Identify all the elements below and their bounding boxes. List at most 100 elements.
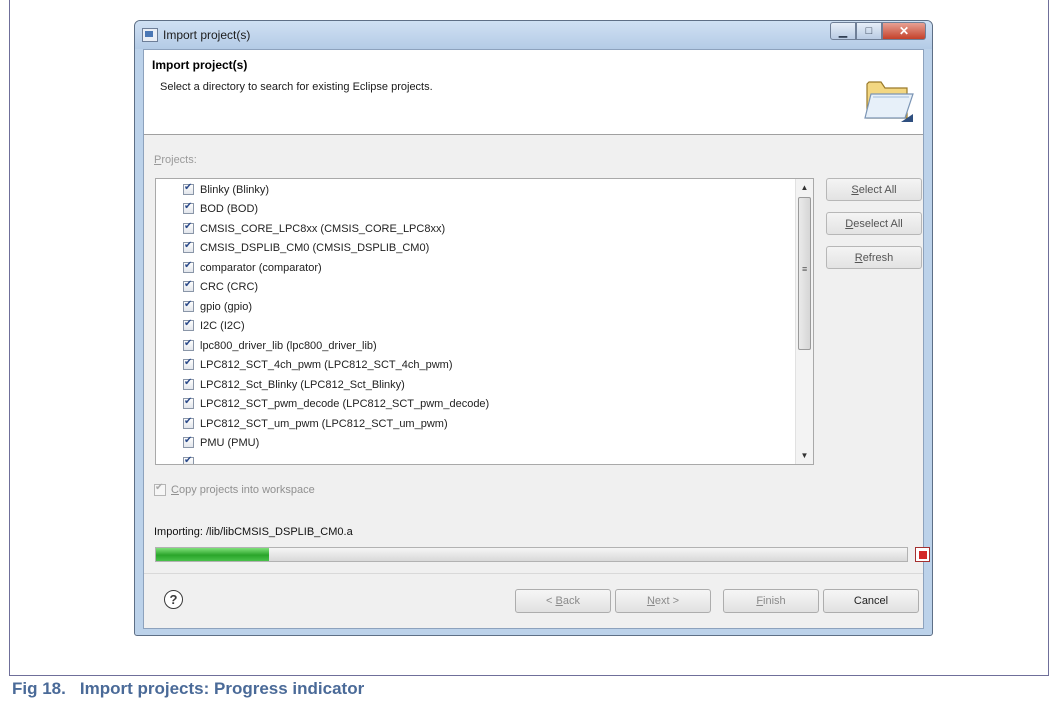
project-checkbox[interactable] [183,357,194,370]
select-all-button[interactable]: Select All [826,178,922,201]
window-title: Import project(s) [163,28,251,42]
finish-label: inish [763,595,786,607]
project-label: CMSIS_CORE_LPC8xx (CMSIS_CORE_LPC8xx) [200,222,446,235]
back-prefix: < [546,595,556,607]
project-label: lpc800_driver_lib (lpc800_driver_lib) [200,339,377,352]
next-button[interactable]: Next > [615,589,711,613]
wizard-header: Import project(s) Select a directory to … [144,50,923,135]
triangle-up-icon: ▲ [800,183,809,192]
eclipse-import-icon [142,28,158,42]
project-label: CMSIS_DSPLIB_CM0 (CMSIS_DSPLIB_CM0) [200,241,430,254]
project-checkbox[interactable] [183,182,194,195]
help-circle-icon[interactable]: ? [164,590,183,609]
scroll-up-arrow[interactable]: ▲ [796,179,813,196]
project-label: Blinky (Blinky) [200,183,270,196]
import-dialog: Import project(s) ▁ □ ✕ Import project(s… [134,20,933,636]
refresh-label: efresh [862,251,894,264]
list-item[interactable]: LPC812_SCT_um_pwm (LPC812_SCT_um_pwm) [183,414,448,433]
project-label: LPC812_Sct_Blinky (LPC812_Sct_Blinky) [200,378,405,391]
triangle-down-icon: ▼ [800,451,809,460]
copy-projects-option[interactable]: Copy projects into workspace [154,482,315,496]
figure-title: Import projects: Progress indicator [79,679,365,698]
back-mnemonic: B [555,595,563,607]
project-label: gpio (gpio) [200,300,252,313]
copy-option-label: opy projects into workspace [178,484,315,496]
project-checkbox[interactable] [183,221,194,234]
finish-button[interactable]: Finish [723,589,819,613]
list-item-partial[interactable] [183,453,200,464]
select-all-mnemonic: S [851,183,859,196]
cancel-button[interactable]: Cancel [823,589,919,613]
project-checkbox[interactable] [183,318,194,331]
grip-icon: ≡ [802,264,808,274]
list-scrollbar[interactable]: ▲ ≡ ▼ [795,179,813,464]
list-item[interactable]: CMSIS_CORE_LPC8xx (CMSIS_CORE_LPC8xx) [183,219,445,238]
close-button[interactable]: ✕ [882,22,926,40]
wizard-subtitle: Select a directory to search for existin… [160,81,433,93]
list-item[interactable]: I2C (I2C) [183,316,245,335]
scroll-thumb[interactable]: ≡ [798,197,811,350]
project-label: I2C (I2C) [200,319,245,332]
deselect-all-mnemonic: D [845,217,854,230]
project-checkbox[interactable] [183,416,194,429]
list-item[interactable]: CMSIS_DSPLIB_CM0 (CMSIS_DSPLIB_CM0) [183,238,429,257]
close-icon: ✕ [898,24,910,38]
copy-projects-checkbox[interactable] [154,482,166,496]
list-item[interactable]: LPC812_SCT_4ch_pwm (LPC812_SCT_4ch_pwm) [183,355,453,374]
project-checkbox[interactable] [183,455,194,464]
list-item[interactable]: LPC812_SCT_pwm_decode (LPC812_SCT_pwm_de… [183,394,489,413]
project-checkbox[interactable] [183,435,194,448]
maximize-button[interactable]: □ [856,22,882,40]
list-item[interactable]: comparator (comparator) [183,258,322,277]
minimize-icon: ▁ [838,25,848,38]
back-label: ack [562,595,580,607]
project-label: PMU (PMU) [200,436,260,449]
finish-mnemonic: F [756,595,764,607]
projects-label-text: rojects: [161,154,197,166]
deselect-all-label: eselect All [853,217,903,230]
back-button[interactable]: < Back [515,589,611,613]
footer-divider [144,573,923,574]
project-checkbox[interactable] [183,260,194,273]
figure-caption: Fig 18. Import projects: Progress indicat… [12,679,364,699]
list-item[interactable]: LPC812_Sct_Blinky (LPC812_Sct_Blinky) [183,375,405,394]
progress-bar [155,547,908,562]
refresh-button[interactable]: Refresh [826,246,922,269]
project-checkbox[interactable] [183,279,194,292]
project-label: BOD (BOD) [200,202,259,215]
figure-number: Fig 18. [12,679,66,698]
stop-button[interactable] [915,547,930,562]
minimize-button[interactable]: ▁ [830,22,856,40]
title-bar[interactable]: Import project(s) ▁ □ ✕ [135,21,932,49]
list-item[interactable]: lpc800_driver_lib (lpc800_driver_lib) [183,336,377,355]
next-label: ext > [654,595,680,607]
project-label: LPC812_SCT_um_pwm (LPC812_SCT_um_pwm) [200,417,448,430]
select-all-label: elect All [858,183,897,196]
list-item[interactable]: CRC (CRC) [183,277,258,296]
progress-fill [156,548,269,561]
project-checkbox[interactable] [183,299,194,312]
deselect-all-button[interactable]: Deselect All [826,212,922,235]
wizard-title: Import project(s) [152,58,248,72]
project-label: comparator (comparator) [200,261,322,274]
list-item[interactable]: BOD (BOD) [183,199,258,218]
project-label: LPC812_SCT_pwm_decode (LPC812_SCT_pwm_de… [200,397,490,410]
projects-list[interactable]: Blinky (Blinky) BOD (BOD) CMSIS_CORE_LPC… [155,178,814,465]
copy-option-mnemonic: C [171,484,179,496]
project-checkbox[interactable] [183,201,194,214]
list-item[interactable]: PMU (PMU) [183,433,259,452]
project-label: LPC812_SCT_4ch_pwm (LPC812_SCT_4ch_pwm) [200,358,453,371]
next-mnemonic: N [646,595,655,607]
refresh-mnemonic: R [854,251,863,264]
window-controls: ▁ □ ✕ [830,22,926,42]
list-item[interactable]: Blinky (Blinky) [183,180,269,199]
project-checkbox[interactable] [183,396,194,409]
project-checkbox[interactable] [183,338,194,351]
scroll-down-arrow[interactable]: ▼ [796,447,813,464]
maximize-icon: □ [865,25,873,37]
open-folder-icon [864,81,914,122]
project-checkbox[interactable] [183,377,194,390]
list-item[interactable]: gpio (gpio) [183,297,252,316]
project-checkbox[interactable] [183,240,194,253]
cancel-label: Cancel [853,595,889,607]
